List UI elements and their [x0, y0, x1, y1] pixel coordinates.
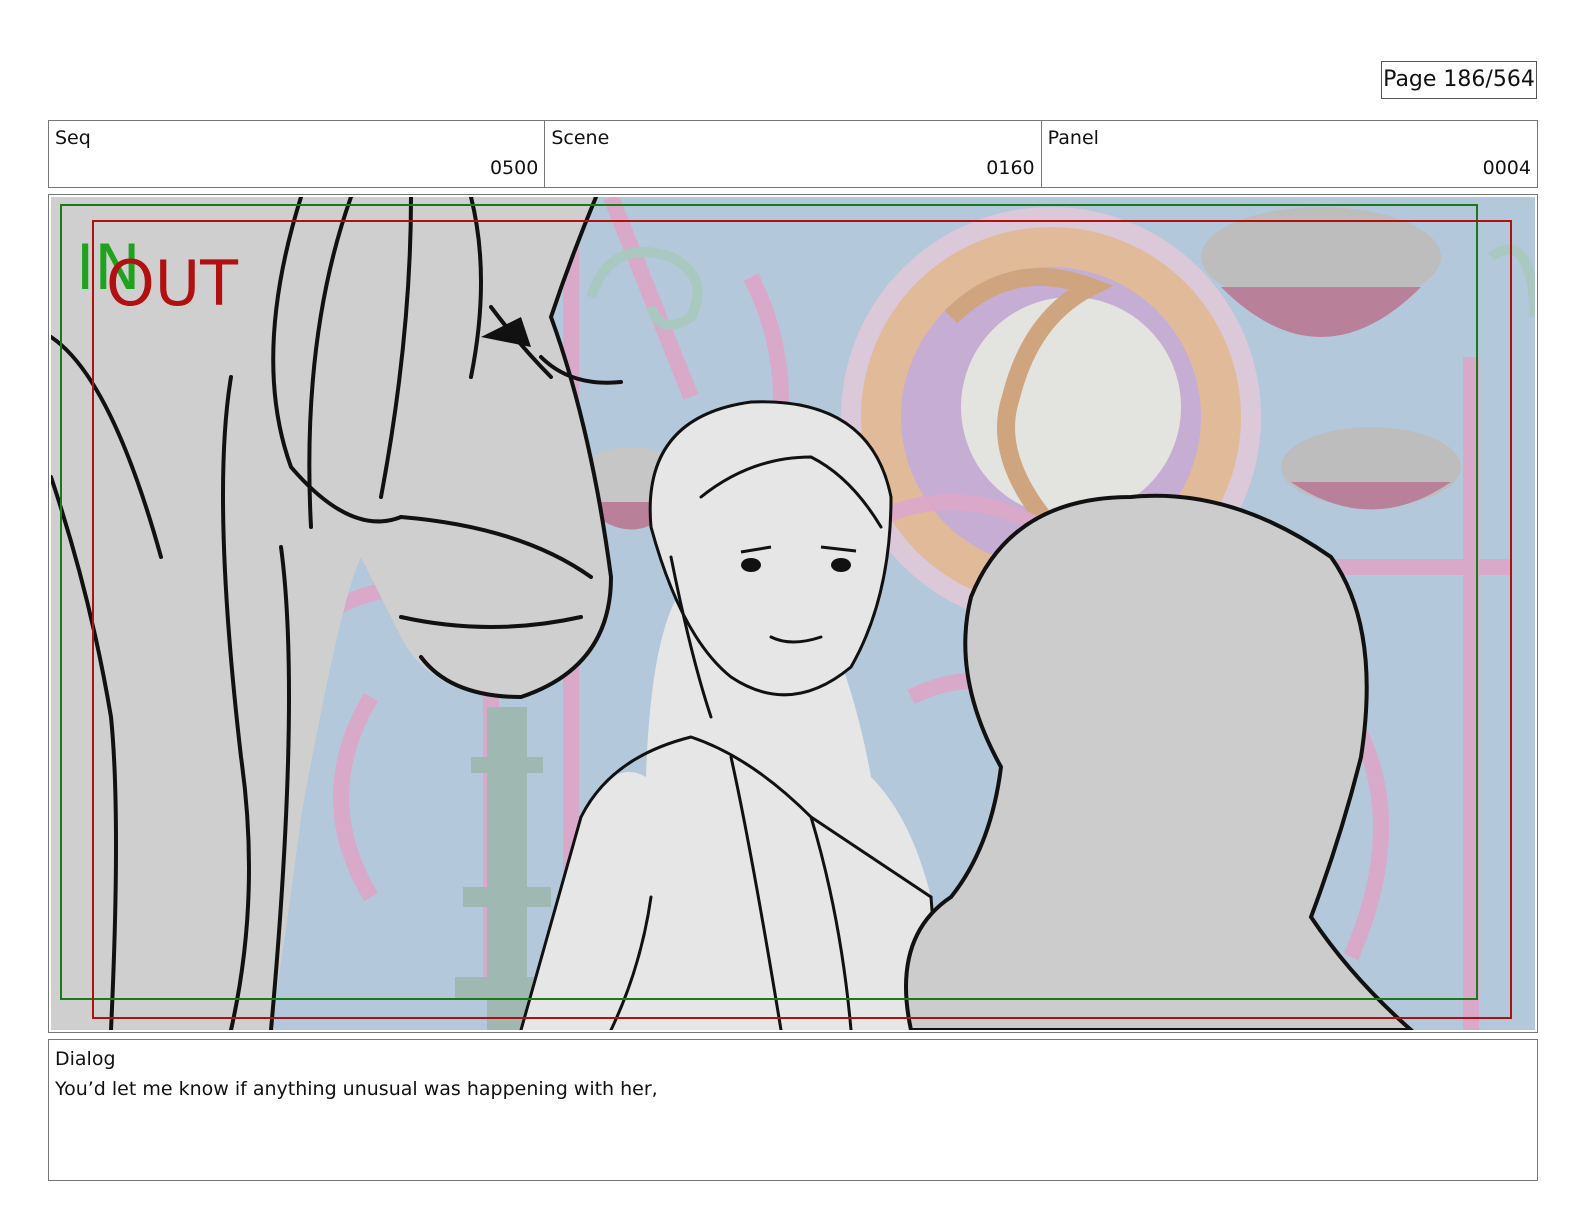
- seq-value: 0500: [489, 157, 539, 179]
- storyboard-panel-image: IN OUT: [48, 194, 1538, 1033]
- storyboard-sketch: IN OUT: [51, 197, 1535, 1030]
- dialog-label: Dialog: [55, 1048, 116, 1070]
- scene-value: 0160: [986, 157, 1035, 179]
- dialog-text: You’d let me know if anything unusual wa…: [55, 1078, 658, 1100]
- page-number: Page 186/564: [1381, 61, 1537, 99]
- scene-cell: Scene 0160: [545, 121, 1042, 187]
- panel-label: Panel: [1047, 127, 1099, 149]
- seq-label: Seq: [55, 127, 91, 149]
- panel-cell: Panel 0004: [1042, 121, 1537, 187]
- scene-label: Scene: [551, 127, 610, 149]
- panel-value: 0004: [1482, 157, 1531, 179]
- panel-info-header: Seq 0500 Scene 0160 Panel 0004: [48, 120, 1538, 188]
- dialog-box: Dialog You’d let me know if anything unu…: [48, 1039, 1538, 1181]
- out-frame-label: OUT: [106, 247, 239, 320]
- seq-cell: Seq 0500: [49, 121, 546, 187]
